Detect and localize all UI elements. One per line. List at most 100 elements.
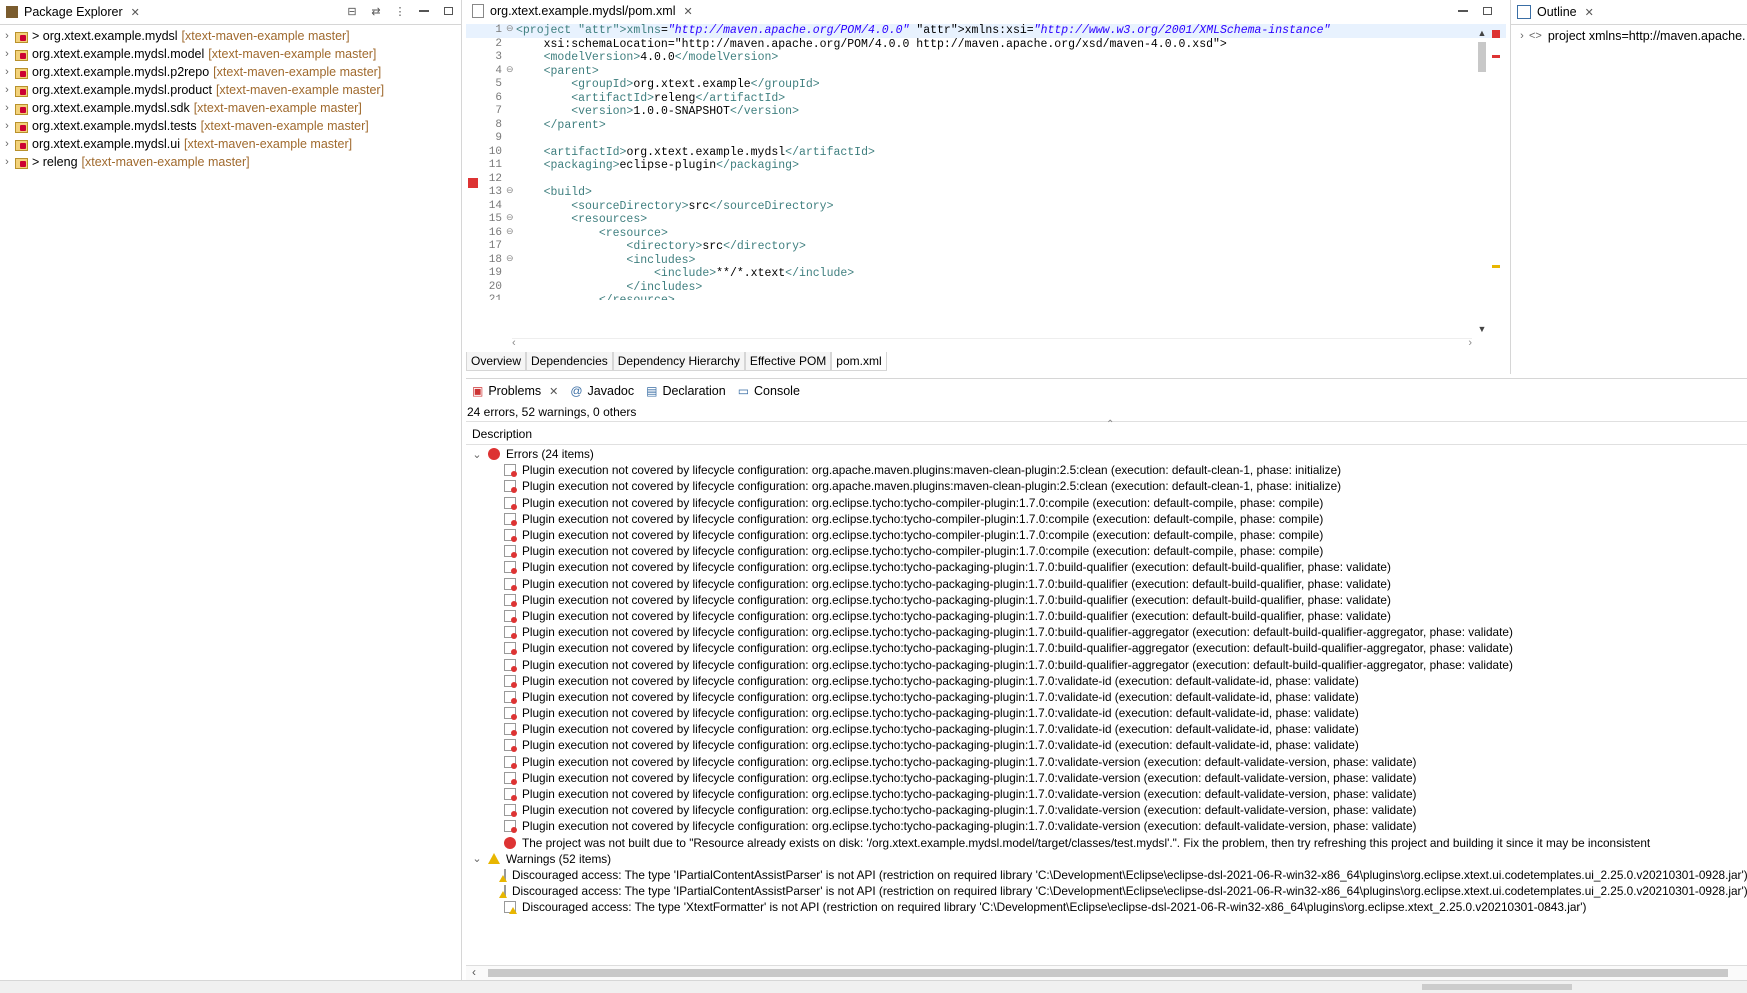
fold-toggle-icon[interactable] bbox=[506, 78, 516, 92]
problem-item[interactable]: Plugin execution not covered by lifecycl… bbox=[466, 802, 1747, 818]
project-item[interactable]: › org.xtext.example.mydsl.tests [xtext-m… bbox=[0, 117, 461, 135]
code-line[interactable]: 7 <version>1.0.0-SNAPSHOT</version> bbox=[466, 105, 1506, 119]
problem-item[interactable]: Plugin execution not covered by lifecycl… bbox=[466, 478, 1747, 494]
chevron-right-icon[interactable]: › bbox=[0, 102, 14, 114]
code-line[interactable]: 16 ⊖ <resource> bbox=[466, 227, 1506, 241]
pom-editor-tab[interactable]: Effective POM bbox=[744, 352, 832, 371]
error-annotation[interactable] bbox=[1492, 55, 1500, 58]
problem-item[interactable]: Plugin execution not covered by lifecycl… bbox=[466, 770, 1747, 786]
collapse-all-icon[interactable]: ⊟ bbox=[345, 4, 359, 18]
scroll-left-icon[interactable]: ‹ bbox=[512, 337, 516, 349]
outline-tab[interactable]: Outline ✕ bbox=[1511, 0, 1747, 25]
problem-item[interactable]: Plugin execution not covered by lifecycl… bbox=[466, 656, 1747, 672]
fold-toggle-icon[interactable] bbox=[506, 146, 516, 160]
project-item[interactable]: › > org.xtext.example.mydsl [xtext-maven… bbox=[0, 27, 461, 45]
code-line[interactable]: 15 ⊖ <resources> bbox=[466, 213, 1506, 227]
pom-editor-tab[interactable]: pom.xml bbox=[831, 352, 887, 371]
project-item[interactable]: › org.xtext.example.mydsl.p2repo [xtext-… bbox=[0, 63, 461, 81]
chevron-down-icon[interactable]: ⌄ bbox=[470, 852, 484, 865]
close-icon[interactable]: ✕ bbox=[549, 385, 558, 398]
fold-toggle-icon[interactable] bbox=[506, 132, 516, 146]
editor-vertical-scrollbar[interactable]: ▲ ▼ bbox=[1475, 28, 1489, 334]
fold-toggle-icon[interactable] bbox=[506, 281, 516, 295]
problem-category[interactable]: ⌄ Warnings (52 items) bbox=[466, 851, 1747, 867]
fold-toggle-icon[interactable]: ⊖ bbox=[506, 227, 516, 241]
fold-toggle-icon[interactable] bbox=[506, 294, 516, 300]
editor-horizontal-scrollbar[interactable]: ‹ › bbox=[512, 337, 1472, 351]
chevron-right-icon[interactable]: › bbox=[0, 156, 14, 168]
fold-toggle-icon[interactable] bbox=[506, 38, 516, 52]
problem-item[interactable]: Plugin execution not covered by lifecycl… bbox=[466, 495, 1747, 511]
view-tab-problems[interactable]: ▣ Problems ✕ bbox=[466, 379, 564, 403]
code-editor[interactable]: 1 ⊖ <project "attr">xmlns="http://maven.ap… bbox=[466, 24, 1506, 300]
fold-toggle-icon[interactable] bbox=[506, 200, 516, 214]
code-line[interactable]: 18 ⊖ <includes> bbox=[466, 254, 1506, 268]
code-line[interactable]: 13 ⊖ <build> bbox=[466, 186, 1506, 200]
problem-category[interactable]: ⌄ Errors (24 items) bbox=[466, 446, 1747, 462]
problem-item[interactable]: Plugin execution not covered by lifecycl… bbox=[466, 640, 1747, 656]
chevron-right-icon[interactable]: › bbox=[0, 84, 14, 96]
problems-column-header[interactable]: Description ⌃ bbox=[466, 419, 1747, 445]
problem-item[interactable]: Plugin execution not covered by lifecycl… bbox=[466, 462, 1747, 478]
code-line[interactable]: 9 bbox=[466, 132, 1506, 146]
code-line[interactable]: 8 </parent> bbox=[466, 119, 1506, 133]
project-item[interactable]: › org.xtext.example.mydsl.model [xtext-m… bbox=[0, 45, 461, 63]
fold-toggle-icon[interactable]: ⊖ bbox=[506, 186, 516, 200]
minimize-icon[interactable] bbox=[417, 4, 431, 18]
chevron-right-icon[interactable]: › bbox=[0, 48, 14, 60]
problem-item[interactable]: Plugin execution not covered by lifecycl… bbox=[466, 608, 1747, 624]
code-line[interactable]: 4 ⊖ <parent> bbox=[466, 65, 1506, 79]
chevron-right-icon[interactable]: › bbox=[0, 30, 14, 42]
fold-toggle-icon[interactable] bbox=[506, 267, 516, 281]
maximize-icon[interactable] bbox=[1480, 4, 1494, 18]
chevron-down-icon[interactable]: ⌄ bbox=[470, 448, 484, 461]
code-line[interactable]: 10 <artifactId>org.xtext.example.mydsl</… bbox=[466, 146, 1506, 160]
view-tab-declaration[interactable]: ▤ Declaration bbox=[640, 379, 732, 403]
problem-item[interactable]: Plugin execution not covered by lifecycl… bbox=[466, 543, 1747, 559]
close-icon[interactable]: ✕ bbox=[683, 5, 692, 18]
code-line[interactable]: 3 <modelVersion>4.0.0</modelVersion> bbox=[466, 51, 1506, 65]
problem-item[interactable]: The project was not built due to "Resour… bbox=[466, 835, 1747, 851]
project-item[interactable]: › org.xtext.example.mydsl.ui [xtext-mave… bbox=[0, 135, 461, 153]
scroll-down-icon[interactable]: ▼ bbox=[1475, 324, 1489, 334]
minimize-icon[interactable] bbox=[1456, 4, 1470, 18]
editor-tab[interactable]: org.xtext.example.mydsl/pom.xml ✕ bbox=[466, 0, 699, 25]
fold-toggle-icon[interactable]: ⊖ bbox=[506, 254, 516, 268]
code-line[interactable]: 5 <groupId>org.xtext.example</groupId> bbox=[466, 78, 1506, 92]
problem-item[interactable]: Discouraged access: The type 'IPartialCo… bbox=[466, 867, 1747, 883]
code-line[interactable]: 6 <artifactId>releng</artifactId> bbox=[466, 92, 1506, 106]
package-explorer-tab[interactable]: Package Explorer ✕ ⊟ ⇄ ⋮ bbox=[0, 0, 461, 25]
problem-item[interactable]: Plugin execution not covered by lifecycl… bbox=[466, 721, 1747, 737]
project-item[interactable]: › > releng [xtext-maven-example master] bbox=[0, 153, 461, 171]
chevron-right-icon[interactable]: › bbox=[0, 120, 14, 132]
error-indicator[interactable] bbox=[1492, 30, 1500, 38]
problem-item[interactable]: Plugin execution not covered by lifecycl… bbox=[466, 754, 1747, 770]
problem-item[interactable]: Discouraged access: The type 'IPartialCo… bbox=[466, 883, 1747, 899]
chevron-right-icon[interactable]: › bbox=[0, 66, 14, 78]
fold-toggle-icon[interactable] bbox=[506, 119, 516, 133]
fold-toggle-icon[interactable] bbox=[506, 159, 516, 173]
view-tab-console[interactable]: ▭ Console bbox=[732, 379, 806, 403]
scroll-up-icon[interactable]: ▲ bbox=[1475, 28, 1489, 38]
problem-item[interactable]: Plugin execution not covered by lifecycl… bbox=[466, 818, 1747, 834]
problem-item[interactable]: Plugin execution not covered by lifecycl… bbox=[466, 511, 1747, 527]
code-line[interactable]: 20 </includes> bbox=[466, 281, 1506, 295]
view-menu-icon[interactable]: ⋮ bbox=[393, 4, 407, 18]
problems-horizontal-scrollbar[interactable]: ‹ bbox=[466, 965, 1747, 980]
pom-editor-tab[interactable]: Dependencies bbox=[526, 352, 613, 371]
problem-item[interactable]: Plugin execution not covered by lifecycl… bbox=[466, 576, 1747, 592]
problem-item[interactable]: Plugin execution not covered by lifecycl… bbox=[466, 592, 1747, 608]
problem-item[interactable]: Plugin execution not covered by lifecycl… bbox=[466, 689, 1747, 705]
code-line[interactable]: 21 </resource> bbox=[466, 294, 1506, 300]
close-icon[interactable]: ✕ bbox=[131, 6, 140, 19]
problem-item[interactable]: Discouraged access: The type 'XtextForma… bbox=[466, 899, 1747, 915]
warning-annotation[interactable] bbox=[1492, 265, 1500, 268]
code-line[interactable]: 19 <include>**/*.xtext</include> bbox=[466, 267, 1506, 281]
fold-toggle-icon[interactable] bbox=[506, 173, 516, 187]
fold-toggle-icon[interactable] bbox=[506, 105, 516, 119]
close-icon[interactable]: ✕ bbox=[1585, 6, 1594, 19]
code-line[interactable]: 12 bbox=[466, 173, 1506, 187]
error-marker-icon[interactable] bbox=[468, 178, 478, 188]
problem-item[interactable]: Plugin execution not covered by lifecycl… bbox=[466, 559, 1747, 575]
problem-item[interactable]: Plugin execution not covered by lifecycl… bbox=[466, 737, 1747, 753]
